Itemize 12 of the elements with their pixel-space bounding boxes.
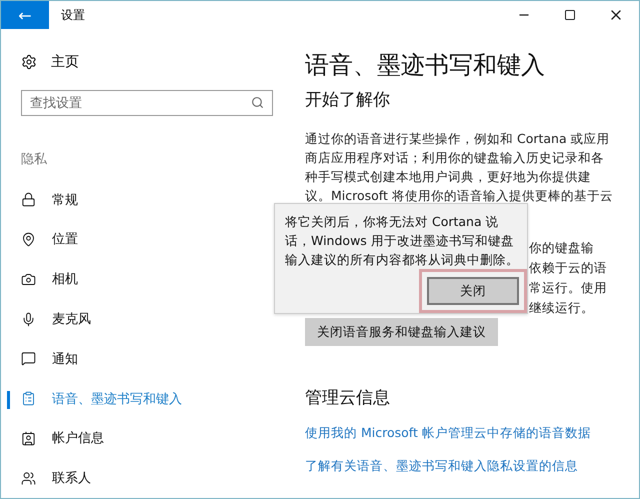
description-text: 你的键盘输 bbox=[529, 239, 594, 257]
window-title: 设置 bbox=[61, 6, 86, 24]
page-title: 语音、墨迹书写和键入 bbox=[305, 50, 546, 81]
popup-message: 将它关闭后，你将无法对 Cortana 说话，Windows 用于改进墨迹书写和键盘输入建议的所有内容都将从词典中删除。 bbox=[285, 213, 520, 269]
description-text: 常运行。使用 bbox=[529, 279, 607, 297]
section-label: 隐私 bbox=[20, 150, 48, 168]
description-text: 继续运行。 bbox=[529, 299, 594, 317]
section-heading: 开始了解你 bbox=[305, 89, 391, 111]
search-placeholder: 查找设置 bbox=[30, 94, 82, 112]
description-text: 依赖于云的语 bbox=[529, 259, 607, 277]
description-text: 通过你的语音进行某些操作，例如和 Cortana 或应用 商店应用程序对话；利用你的键盘输入历史记录和各 种手写模式创建本地用户词典，更好地为你提供建 议。Microsoft 将使用你的语音输入提供更棒的基于云 bbox=[305, 130, 614, 205]
section-heading: 管理云信息 bbox=[305, 387, 391, 409]
